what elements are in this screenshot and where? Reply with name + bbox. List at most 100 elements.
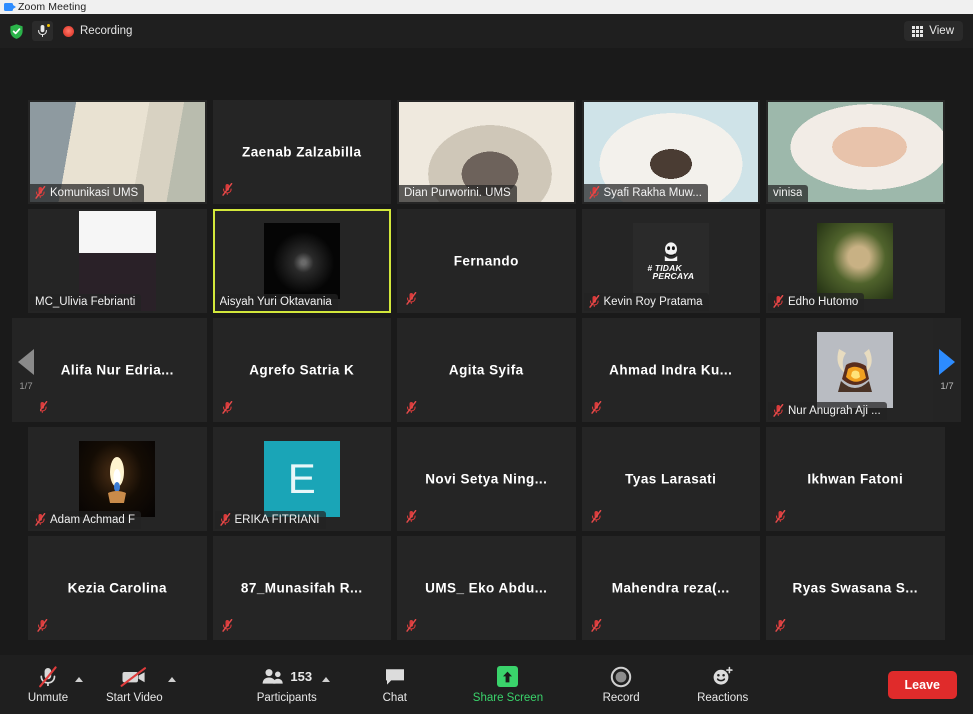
record-circle-icon	[610, 666, 632, 688]
participant-tile[interactable]: Nur Anugrah Aji ...	[766, 318, 945, 422]
participant-tile[interactable]: Mahendra reza(...	[581, 536, 760, 640]
reactions-button[interactable]: Reactions	[697, 666, 748, 704]
participant-name: Tyas Larasati	[625, 471, 717, 487]
participant-tile[interactable]: Fernando	[397, 209, 576, 313]
next-page-button[interactable]: 1/7	[933, 318, 961, 422]
chat-button[interactable]: Chat	[373, 666, 417, 704]
shield-check-icon[interactable]	[8, 23, 25, 40]
participant-name-bar: Kevin Roy Pratama	[583, 293, 709, 311]
zoom-camera-icon	[4, 3, 16, 11]
participant-tile[interactable]: Novi Setya Ning...	[397, 427, 576, 531]
avatar-image	[79, 441, 156, 517]
participant-name: Nur Anugrah Aji ...	[788, 404, 881, 417]
participant-name: Aisyah Yuri Oktavania	[219, 296, 332, 308]
video-feed	[263, 223, 340, 299]
participant-name: Agrefo Satria K	[249, 362, 355, 378]
participant-tile[interactable]: Adam Achmad F	[28, 427, 207, 531]
participant-tile[interactable]: Ikhwan Fatoni	[766, 427, 945, 531]
audio-options-caret-icon[interactable]	[75, 676, 83, 682]
participant-tile[interactable]: 87_Munasifah R...	[212, 536, 391, 640]
recording-label: Recording	[80, 25, 133, 37]
muted-microphone-icon	[406, 509, 417, 523]
microphone-muted-icon	[36, 665, 60, 688]
muted-microphone-icon	[406, 400, 417, 414]
participant-tile[interactable]: Dian Purworini. UMS	[397, 100, 576, 204]
reactions-button-label: Reactions	[697, 691, 749, 704]
participant-tile[interactable]: Zaenab Zalzabilla	[212, 100, 391, 204]
participant-tile[interactable]: Tyas Larasati	[581, 427, 760, 531]
camera-off-icon	[119, 666, 149, 688]
participant-tile[interactable]: Ryas Swasana S...	[766, 536, 945, 640]
window-title: Zoom Meeting	[18, 1, 87, 13]
page-indicator-right: 1/7	[940, 380, 954, 392]
muted-microphone-icon	[219, 512, 231, 526]
unmute-button[interactable]: Unmute	[26, 665, 83, 704]
participant-name-bar: Edho Hutomo	[768, 293, 865, 311]
participant-name-bar: vinisa	[768, 185, 809, 202]
participant-name-bar: Syafi Rakha Muw...	[583, 184, 708, 202]
participant-name: Edho Hutomo	[788, 295, 859, 308]
meeting-actions-group: 153 Participants Chat Share Screen Recor…	[257, 666, 643, 704]
participant-tile[interactable]: Kezia Carolina	[28, 536, 207, 640]
muted-microphone-icon	[775, 618, 786, 632]
participant-tile[interactable]: MC_Ulivia Febrianti	[28, 209, 207, 313]
chat-bubble-icon	[384, 666, 406, 688]
microphone-icon[interactable]	[32, 21, 53, 41]
muted-microphone-icon	[221, 618, 233, 632]
window-titlebar: Zoom Meeting	[0, 0, 973, 14]
start-video-button[interactable]: Start Video	[106, 666, 176, 704]
participant-tile[interactable]: vinisa	[766, 100, 945, 204]
previous-page-button[interactable]: 1/7	[12, 318, 40, 422]
participant-name: Alifa Nur Edria...	[60, 362, 174, 378]
participant-name-bar: Komunikasi UMS	[30, 184, 145, 202]
participant-grid: Komunikasi UMS Zaenab Zalzabilla Dian Purw…	[28, 100, 945, 640]
participant-name-bar: Adam Achmad F	[30, 511, 142, 529]
participant-tile[interactable]: E ERIKA FITRIANI	[212, 427, 391, 531]
participants-icon-row: 153	[261, 666, 312, 688]
participants-options-caret-icon[interactable]	[321, 676, 330, 682]
recording-indicator[interactable]: Recording	[63, 25, 132, 37]
muted-microphone-icon	[590, 509, 602, 523]
muted-microphone-icon	[588, 185, 600, 199]
avatar-initial: E	[263, 441, 340, 517]
participant-tile[interactable]: Komunikasi UMS	[28, 100, 207, 204]
participant-tile[interactable]: Edho Hutomo	[766, 209, 945, 313]
participant-tile[interactable]: Agita Syifa	[397, 318, 576, 422]
participant-tile[interactable]: Aisyah Yuri Oktavania	[212, 209, 391, 313]
participant-tile[interactable]: Alifa Nur Edria...	[28, 318, 207, 422]
av-controls-group: Unmute Start Video	[26, 665, 176, 704]
view-button[interactable]: View	[904, 21, 963, 41]
participant-tile[interactable]: Syafi Rakha Muw...	[581, 100, 760, 204]
participant-name: Syafi Rakha Muw...	[603, 186, 702, 199]
participant-tile[interactable]: Ahmad Indra Ku...	[581, 318, 760, 422]
participants-button[interactable]: 153 Participants	[257, 666, 330, 704]
avatar-image	[817, 332, 894, 408]
view-button-label: View	[929, 25, 954, 37]
record-button[interactable]: Record	[599, 666, 643, 704]
page-indicator-left: 1/7	[19, 380, 33, 392]
participant-gallery: Komunikasi UMS Zaenab Zalzabilla Dian Purw…	[0, 48, 973, 655]
participant-name: Kevin Roy Pratama	[603, 295, 703, 308]
participant-name-bar: Dian Purworini. UMS	[399, 185, 517, 202]
start-video-button-label: Start Video	[106, 691, 163, 704]
muted-microphone-icon	[406, 618, 417, 632]
participant-name: Komunikasi UMS	[50, 186, 139, 199]
participant-tile[interactable]: UMS_ Eko Abdu...	[397, 536, 576, 640]
video-options-caret-icon[interactable]	[167, 676, 176, 682]
participant-name-bar: MC_Ulivia Febrianti	[30, 294, 142, 311]
meeting-status-group: Recording	[8, 21, 132, 41]
participant-tile[interactable]: # TIDAK PERCAYA Kevin Roy Pratama	[581, 209, 760, 313]
muted-microphone-icon	[588, 294, 600, 308]
muted-microphone-icon	[35, 512, 46, 526]
muted-microphone-icon	[590, 618, 602, 632]
people-icon	[262, 669, 284, 684]
participant-name: ERIKA FITRIANI	[234, 513, 320, 526]
share-screen-button[interactable]: Share Screen	[473, 666, 543, 704]
leave-button[interactable]: Leave	[887, 670, 957, 699]
muted-microphone-icon	[406, 291, 417, 305]
participant-name: UMS_ Eko Abdu...	[425, 580, 548, 596]
participant-name-bar: Aisyah Yuri Oktavania	[214, 294, 338, 311]
participant-tile[interactable]: Agrefo Satria K	[212, 318, 391, 422]
participant-name: Mahendra reza(...	[611, 580, 730, 596]
meeting-top-toolbar: Recording View	[0, 14, 973, 48]
